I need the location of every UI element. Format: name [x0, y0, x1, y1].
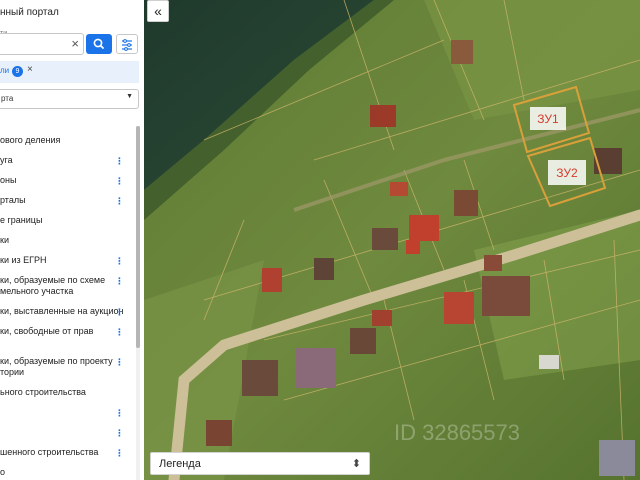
- more-icon[interactable]: ⋮: [115, 408, 124, 419]
- layer-list: ового деления уга ⋮ оны ⋮ рталы ⋮ е гран…: [0, 126, 136, 480]
- portal-title: нный портал: [0, 7, 59, 18]
- watermark-text: ID 32865573: [394, 420, 520, 445]
- layer-item[interactable]: рталы ⋮: [0, 195, 130, 206]
- search-input[interactable]: ×: [0, 33, 84, 55]
- chip-close-icon[interactable]: ×: [27, 64, 33, 75]
- more-icon[interactable]: ⋮: [115, 176, 124, 187]
- search-button[interactable]: [86, 34, 112, 54]
- more-icon[interactable]: ⋮: [115, 276, 124, 287]
- layer-label: ки из ЕГРН: [0, 255, 47, 265]
- legend-dropdown[interactable]: Легенда ⬍: [150, 452, 370, 475]
- layer-item[interactable]: ки, образуемые по схеме мельного участка…: [0, 275, 130, 297]
- more-icon[interactable]: ⋮: [115, 156, 124, 167]
- layer-item[interactable]: е границы: [0, 215, 130, 226]
- chip-label: ли: [0, 66, 10, 75]
- layer-label-line2: мельного участка: [0, 286, 74, 296]
- layer-label: ового деления: [0, 135, 61, 145]
- layer-item[interactable]: ьного строительства: [0, 387, 130, 398]
- map-select[interactable]: рта ▼: [0, 89, 139, 109]
- layer-item[interactable]: шенного строительства ⋮: [0, 447, 130, 458]
- more-icon[interactable]: ⋮: [115, 196, 124, 207]
- more-icon[interactable]: ⋮: [115, 256, 124, 267]
- map-select-value: рта: [1, 94, 14, 103]
- legend-label: Легенда: [159, 458, 201, 470]
- more-icon[interactable]: ⋮: [115, 357, 124, 368]
- double-chevron-left-icon: «: [154, 3, 162, 19]
- more-icon[interactable]: ⋮: [115, 327, 124, 338]
- clear-icon[interactable]: ×: [71, 35, 79, 53]
- layer-label: уга: [0, 155, 13, 165]
- filter-button[interactable]: [116, 34, 138, 54]
- layer-label-line2: тории: [0, 367, 25, 377]
- chip-count-badge: 9: [12, 66, 23, 77]
- search-icon: [93, 38, 104, 49]
- layer-label: рталы: [0, 195, 26, 205]
- chevron-down-icon: ▼: [126, 93, 133, 100]
- side-panel: нный портал ти × ли 9 × рта ▼ ового деле…: [0, 0, 145, 480]
- plot-label: ЗУ2: [556, 166, 578, 180]
- more-icon[interactable]: ⋮: [115, 428, 124, 439]
- layer-label: ки, образуемые по проекту: [0, 356, 113, 366]
- layer-item[interactable]: ки: [0, 235, 130, 246]
- layer-item[interactable]: ового деления: [0, 135, 130, 146]
- layer-item[interactable]: ки, выставленные на аукцион ⋮: [0, 306, 130, 317]
- sort-caret-icon: ⬍: [351, 458, 361, 470]
- layer-item[interactable]: оны ⋮: [0, 175, 130, 186]
- layer-label: ки, свободные от прав: [0, 326, 94, 336]
- more-icon[interactable]: ⋮: [115, 448, 124, 459]
- layer-item[interactable]: ки из ЕГРН ⋮: [0, 255, 130, 266]
- plot-label: ЗУ1: [537, 112, 559, 126]
- layer-label: ьного строительства: [0, 387, 86, 397]
- layer-label: ки, выставленные на аукцион: [0, 306, 124, 316]
- layer-label: ки, образуемые по схеме: [0, 275, 106, 285]
- layer-label: о: [0, 467, 6, 477]
- layer-item[interactable]: ки, образуемые по проекту тории ⋮: [0, 356, 130, 378]
- more-icon[interactable]: ⋮: [115, 307, 124, 318]
- satellite-image: ЗУ1 ЗУ2 ID 32865573: [144, 0, 640, 480]
- layer-item[interactable]: о: [0, 467, 130, 478]
- active-filter-chip[interactable]: ли 9 ×: [0, 61, 139, 83]
- layer-item[interactable]: уга ⋮: [0, 155, 130, 166]
- layer-label: ки: [0, 235, 9, 245]
- filter-icon: [122, 39, 132, 51]
- layer-item[interactable]: ки, свободные от прав ⋮: [0, 326, 130, 337]
- scrollbar-thumb[interactable]: [136, 126, 140, 348]
- map-view[interactable]: ЗУ1 ЗУ2 ID 32865573: [144, 0, 640, 480]
- collapse-panel-button[interactable]: «: [147, 0, 169, 22]
- layer-label: е границы: [0, 215, 43, 225]
- layer-label: оны: [0, 175, 17, 185]
- layer-label: шенного строительства: [0, 447, 99, 457]
